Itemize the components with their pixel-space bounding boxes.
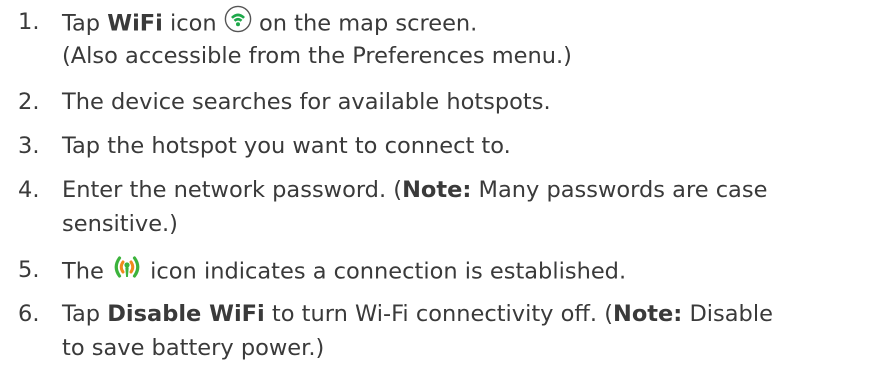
step-text-continued: sensitive.) [62, 211, 178, 237]
step-number: 3. [18, 133, 40, 159]
wifi-connected-icon [111, 253, 143, 291]
step-text: The device searches for available hotspo… [62, 89, 551, 115]
step-text: The icon indicates a connection is estab… [62, 253, 852, 287]
step-text-continued: to save battery power.) [62, 335, 325, 361]
wifi-label: WiFi [107, 10, 163, 37]
step-text: Tap Disable WiFi to turn Wi-Fi connectiv… [62, 301, 773, 327]
step-number: 5. [18, 257, 40, 283]
note-label: Note: [612, 301, 683, 327]
step-number: 1. [18, 9, 40, 35]
note-label: Note: [402, 177, 472, 203]
step-number: 6. [18, 301, 40, 327]
step-text-continued: (Also accessible from the Preferences me… [62, 43, 572, 69]
step-text: Tap the hotspot you want to connect to. [62, 133, 511, 159]
instructions-page: { "colors": { "text": "#3a3a3a", "wifi_i… [0, 0, 871, 382]
step-number: 4. [18, 177, 40, 203]
step-text: Enter the network password. (Note: Many … [62, 177, 768, 203]
step-number: 2. [18, 89, 40, 115]
wifi-icon [224, 5, 252, 43]
step-text: Tap WiFi icon on the map screen. [62, 5, 852, 39]
disable-wifi-label: Disable WiFi [107, 301, 265, 327]
